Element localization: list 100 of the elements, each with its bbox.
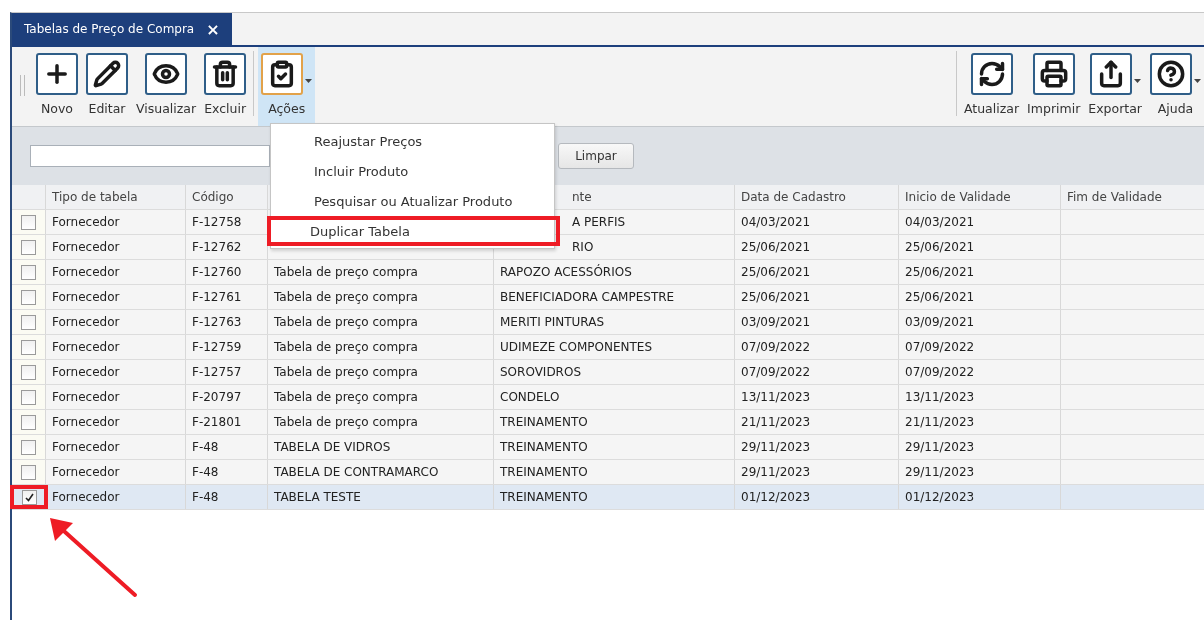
table-cell: 25/06/2021 <box>899 285 1061 309</box>
menu-item[interactable]: Reajustar Preços <box>271 126 554 156</box>
table-cell: 25/06/2021 <box>735 235 899 259</box>
table-cell: Fornecedor <box>46 360 186 384</box>
table-cell: F-21801 <box>186 410 268 434</box>
menu-item[interactable]: Duplicar Tabela <box>267 216 560 246</box>
table-cell: RAPOZO ACESSÓRIOS <box>494 260 735 284</box>
menu-item[interactable]: Incluir Produto <box>271 156 554 186</box>
row-checkbox[interactable] <box>21 489 37 505</box>
table-cell: 07/09/2022 <box>899 335 1061 359</box>
table-cell: Tabela de preço compra <box>268 410 494 434</box>
table-cell: 01/12/2023 <box>735 485 899 509</box>
table-cell: Fornecedor <box>46 385 186 409</box>
table-row[interactable]: Fornecedor F-12759 Tabela de preço compra UDIMEZE COMPONENTES 07/09/2022 07/09/2022 <box>12 335 1204 360</box>
trash-icon <box>211 60 240 88</box>
column-header[interactable]: Tipo de tabela <box>46 185 186 209</box>
table-cell: 25/06/2021 <box>735 260 899 284</box>
table-cell: BENEFICIADORA CAMPESTRE <box>494 285 735 309</box>
table-cell: 07/09/2022 <box>735 335 899 359</box>
table-cell: Tabela de preço compra <box>268 335 494 359</box>
printer-icon <box>1039 60 1068 88</box>
toolbar-button[interactable]: Editar <box>83 47 131 126</box>
table-cell: TREINAMENTO <box>494 435 735 459</box>
row-checkbox[interactable] <box>21 264 36 280</box>
table-cell: Fornecedor <box>46 410 186 434</box>
clear-button[interactable]: Limpar <box>558 143 634 169</box>
table-cell: TREINAMENTO <box>494 460 735 484</box>
table-cell: 25/06/2021 <box>899 260 1061 284</box>
toolbar-button[interactable]: Exportar <box>1085 47 1145 126</box>
table-cell: SOROVIDROS <box>494 360 735 384</box>
table-cell: 03/09/2021 <box>735 310 899 334</box>
toolbar-button[interactable]: Ajuda <box>1147 47 1204 126</box>
table-cell: Fornecedor <box>46 285 186 309</box>
row-checkbox[interactable] <box>21 339 36 355</box>
table-cell: UDIMEZE COMPONENTES <box>494 335 735 359</box>
table-cell: TREINAMENTO <box>494 410 735 434</box>
table-row[interactable]: Fornecedor F-12757 Tabela de preço compra SOROVIDROS 07/09/2022 07/09/2022 <box>12 360 1204 385</box>
row-checkbox[interactable] <box>21 239 36 255</box>
search-field[interactable] <box>30 145 270 167</box>
table-cell: 29/11/2023 <box>735 435 899 459</box>
table-cell: MERITI PINTURAS <box>494 310 735 334</box>
row-checkbox[interactable] <box>21 289 36 305</box>
row-checkbox[interactable] <box>21 364 36 380</box>
table-cell: 29/11/2023 <box>899 435 1061 459</box>
row-checkbox[interactable] <box>21 464 36 480</box>
toolbar-button[interactable]: Ações <box>258 47 316 126</box>
row-checkbox[interactable] <box>21 439 36 455</box>
help-icon <box>1157 60 1185 88</box>
table-row[interactable]: Fornecedor F-48 TABELA DE CONTRAMARCO TREINAMENTO 29/11/2023 29/11/2023 <box>12 460 1204 485</box>
table-cell: 04/03/2021 <box>735 210 899 234</box>
table-row[interactable]: Fornecedor F-12763 Tabela de preço compra MERITI PINTURAS 03/09/2021 03/09/2021 <box>12 310 1204 335</box>
row-checkbox[interactable] <box>21 389 36 405</box>
table-cell: Tabela de preço compra <box>268 360 494 384</box>
table-cell: 13/11/2023 <box>899 385 1061 409</box>
table-cell: TABELA DE VIDROS <box>268 435 494 459</box>
table-cell: F-12763 <box>186 310 268 334</box>
table-cell: Fornecedor <box>46 260 186 284</box>
row-checkbox[interactable] <box>21 214 36 230</box>
refresh-icon <box>977 60 1006 88</box>
table-cell: 25/06/2021 <box>899 235 1061 259</box>
table-cell: F-12759 <box>186 335 268 359</box>
table-cell: TABELA TESTE <box>268 485 494 509</box>
column-header[interactable]: Fim de Validade <box>1061 185 1204 209</box>
row-checkbox[interactable] <box>21 414 36 430</box>
table-cell: TREINAMENTO <box>494 485 735 509</box>
toolbar-button[interactable]: Imprimir <box>1024 47 1084 126</box>
toolbar-button[interactable]: Novo <box>33 47 81 126</box>
table-row[interactable]: Fornecedor F-48 TABELA TESTE TREINAMENTO 01/12/2023 01/12/2023 <box>12 485 1204 510</box>
table-cell: Fornecedor <box>46 210 186 234</box>
table-row[interactable]: Fornecedor F-20797 Tabela de preço compra CONDELO 13/11/2023 13/11/2023 <box>12 385 1204 410</box>
column-header[interactable]: Data de Cadastro <box>735 185 899 209</box>
table-cell: Tabela de preço compra <box>268 285 494 309</box>
table-cell: 01/12/2023 <box>899 485 1061 509</box>
table-cell: Fornecedor <box>46 460 186 484</box>
column-header[interactable]: Inicio de Validade <box>899 185 1061 209</box>
table-row[interactable]: Fornecedor F-12761 Tabela de preço compra BENEFICIADORA CAMPESTRE 25/06/2021 25/06/2021 <box>12 285 1204 310</box>
table-cell: 07/09/2022 <box>735 360 899 384</box>
table-cell: F-48 <box>186 435 268 459</box>
table-row[interactable]: Fornecedor F-12760 Tabela de preço compra RAPOZO ACESSÓRIOS 25/06/2021 25/06/2021 <box>12 260 1204 285</box>
table-cell: 03/09/2021 <box>899 310 1061 334</box>
table-cell: 04/03/2021 <box>899 210 1061 234</box>
close-icon[interactable]: × <box>206 19 220 39</box>
row-checkbox[interactable] <box>21 314 36 330</box>
toolbar-button[interactable]: Visualizar <box>133 47 200 126</box>
toolbar-button[interactable]: Excluir <box>201 47 250 126</box>
document-tab[interactable]: Tabelas de Preço de Compra × <box>12 13 232 45</box>
table-cell: 29/11/2023 <box>899 460 1061 484</box>
table-cell: F-12760 <box>186 260 268 284</box>
column-header[interactable]: Código <box>186 185 268 209</box>
toolbar-button[interactable]: Atualizar <box>960 47 1023 126</box>
table-row[interactable]: Fornecedor F-21801 Tabela de preço compra TREINAMENTO 21/11/2023 21/11/2023 <box>12 410 1204 435</box>
table-cell: 21/11/2023 <box>735 410 899 434</box>
table-cell: 07/09/2022 <box>899 360 1061 384</box>
pencil-icon <box>93 60 121 88</box>
table-cell: Tabela de preço compra <box>268 385 494 409</box>
table-cell: 29/11/2023 <box>735 460 899 484</box>
table-cell: Fornecedor <box>46 310 186 334</box>
table-row[interactable]: Fornecedor F-48 TABELA DE VIDROS TREINAMENTO 29/11/2023 29/11/2023 <box>12 435 1204 460</box>
table-cell: CONDELO <box>494 385 735 409</box>
table-cell: F-12761 <box>186 285 268 309</box>
